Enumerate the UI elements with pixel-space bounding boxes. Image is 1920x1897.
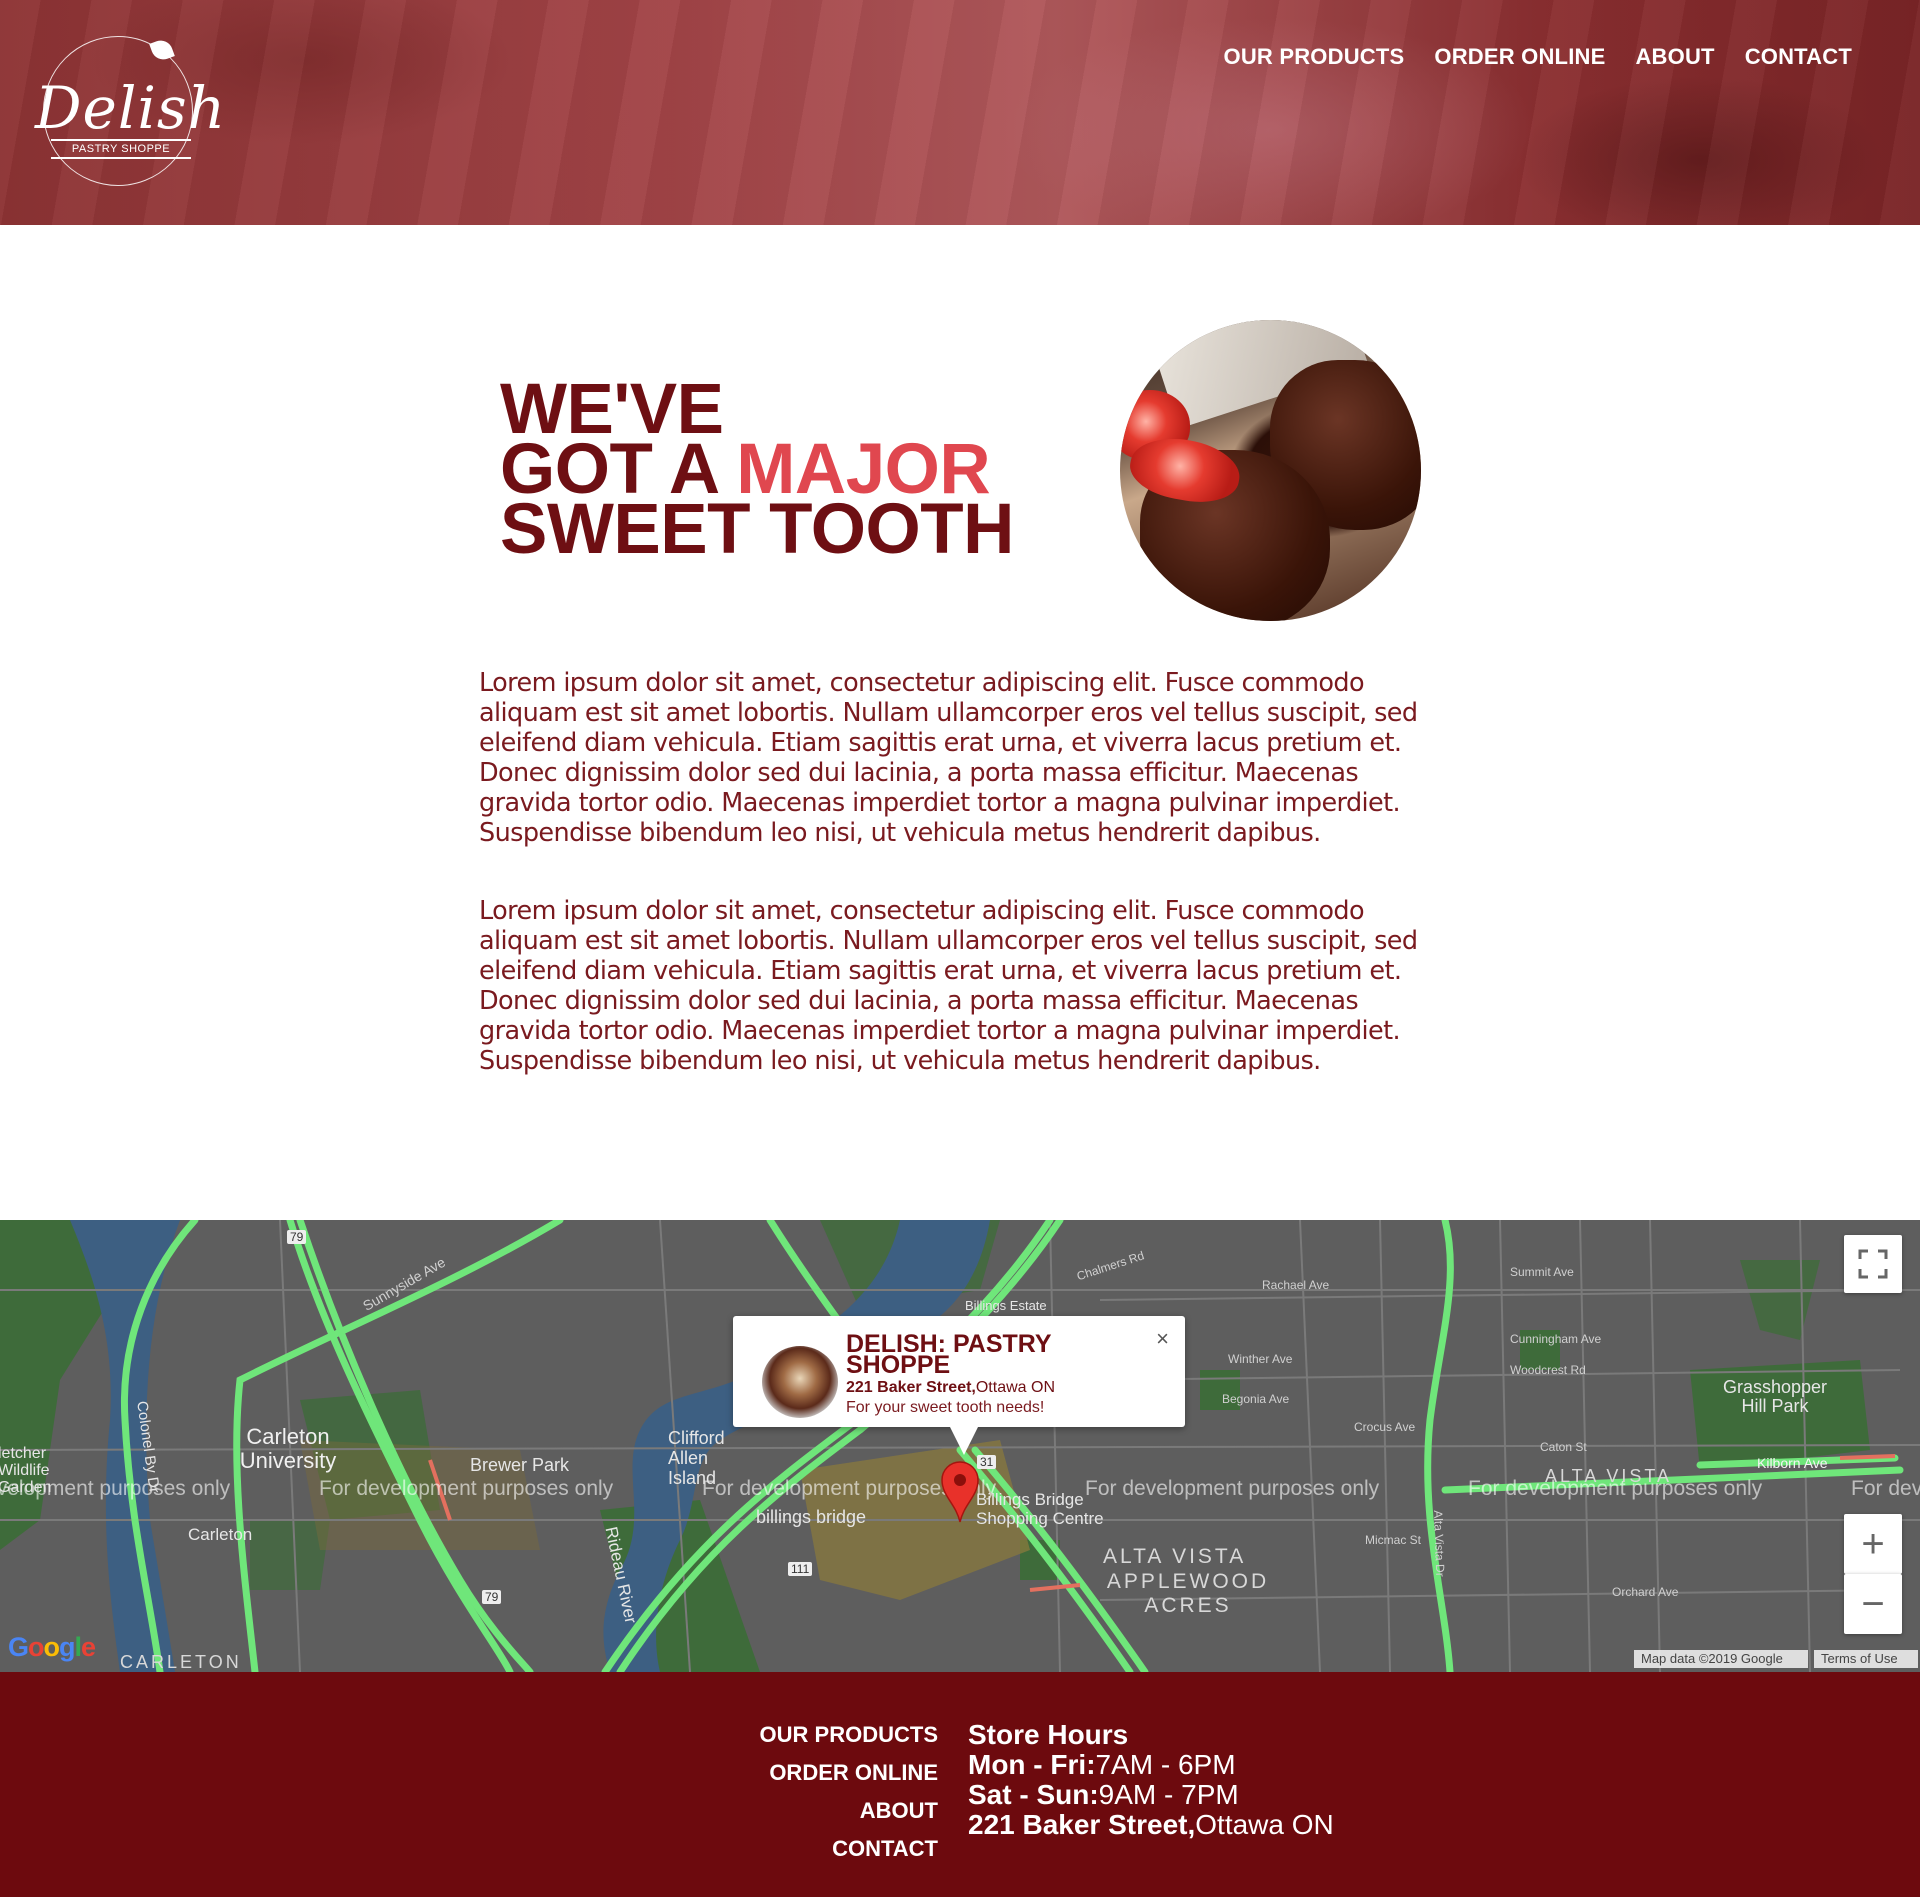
weekday-label: Mon - Fri: — [968, 1749, 1096, 1780]
store-hours-weekday: Mon - Fri:7AM - 6PM — [968, 1750, 1334, 1780]
nav-contact[interactable]: CONTACT — [1745, 44, 1852, 70]
footer-nav-our-products[interactable]: OUR PRODUCTS — [760, 1716, 938, 1754]
store-hours: Store Hours Mon - Fri:7AM - 6PM Sat - Su… — [968, 1720, 1334, 1840]
map-label-cunningham: Cunningham Ave — [1510, 1332, 1602, 1346]
map-label-alta-vista: ALTA VISTA — [1103, 1545, 1247, 1568]
popup-title: DELISH: PASTRY SHOPPE — [846, 1330, 1052, 1379]
map-shield-111: 111 — [788, 1562, 813, 1576]
body-paragraph-2: Lorem ipsum dolor sit amet, consectetur … — [479, 896, 1418, 1076]
logo-wordmark: Delish — [35, 74, 227, 142]
map-label-kilborn: Kilborn Ave — [1757, 1455, 1828, 1471]
map-pin-icon[interactable] — [940, 1460, 980, 1524]
nav-about[interactable]: ABOUT — [1635, 44, 1714, 70]
map-label-winther: Winther Ave — [1228, 1352, 1293, 1366]
map-label-micmac: Micmac St — [1365, 1533, 1422, 1547]
store-address-city: Ottawa ON — [1195, 1809, 1334, 1840]
close-icon[interactable]: × — [1156, 1326, 1169, 1352]
hero-line-3: SWEET TOOTH — [500, 490, 1014, 569]
map-label-begonia: Begonia Ave — [1222, 1392, 1290, 1406]
map-label-woodcrest: Woodcrest Rd — [1510, 1363, 1586, 1377]
terms-of-use-link[interactable]: Terms of Use — [1814, 1650, 1918, 1668]
map-label-grasshopper-hill: Grasshopper Hill Park — [1722, 1377, 1828, 1416]
google-logo[interactable]: Google — [8, 1632, 96, 1663]
popup-note: For your sweet tooth needs! — [846, 1399, 1045, 1416]
footer-nav-about[interactable]: ABOUT — [760, 1792, 938, 1830]
weekend-hours: 9AM - 7PM — [1098, 1779, 1239, 1810]
weekday-hours: 7AM - 6PM — [1095, 1749, 1236, 1780]
store-hours-title: Store Hours — [968, 1719, 1129, 1750]
map-label-alta-vista-north: ALTA VISTA — [1545, 1466, 1673, 1486]
map-label-billings-estate: Billings Estate — [965, 1298, 1047, 1313]
footer-nav-contact[interactable]: CONTACT — [760, 1830, 938, 1868]
fullscreen-icon — [1858, 1249, 1888, 1279]
map-label-billings-bridge-shopping: Billings Bridge Shopping Centre — [976, 1490, 1104, 1528]
map-shield-79-north: 79 — [287, 1230, 307, 1244]
map-label-crocus: Crocus Ave — [1354, 1420, 1416, 1434]
nav-order-online[interactable]: ORDER ONLINE — [1434, 44, 1605, 70]
site-footer: OUR PRODUCTS ORDER ONLINE ABOUT CONTACT … — [0, 1672, 1920, 1897]
map-label-billings-bridge: billings bridge — [756, 1507, 867, 1527]
logo[interactable]: Delish PASTRY SHOPPE — [35, 36, 227, 188]
store-address-street: 221 Baker Street, — [968, 1809, 1196, 1840]
map-label-caton: Caton St — [1540, 1440, 1587, 1454]
logo-rule-bottom — [51, 157, 191, 159]
nav-our-products[interactable]: OUR PRODUCTS — [1224, 44, 1405, 70]
map-label-clifford-allen: Clifford Allen Island — [668, 1428, 725, 1488]
logo-rule-top — [51, 139, 191, 141]
map-label-carleton: Carleton — [188, 1525, 253, 1544]
popup-thumbnail — [762, 1346, 838, 1418]
popup-address-city: Ottawa ON — [975, 1379, 1055, 1396]
map-label-applewood-acres: APPLEWOOD ACRES — [1106, 1570, 1270, 1617]
popup-address: 221 Baker Street,Ottawa ON — [846, 1379, 1055, 1397]
store-hours-weekend: Sat - Sun:9AM - 7PM — [968, 1780, 1334, 1810]
location-map[interactable]: For development purposes only For develop… — [0, 1220, 1920, 1672]
map-shield-79-south: 79 — [482, 1590, 502, 1604]
map-label-carleton-area: CARLETON — [120, 1652, 242, 1672]
map-label-rachael: Rachael Ave — [1262, 1278, 1330, 1292]
map-label-alta-vista-dr: Alta Vista Dr — [1431, 1510, 1448, 1577]
map-info-window: DELISH: PASTRY SHOPPE 221 Baker Street,O… — [733, 1316, 1185, 1455]
footer-nav: OUR PRODUCTS ORDER ONLINE ABOUT CONTACT — [760, 1716, 938, 1868]
map-label-summit: Summit Ave — [1510, 1265, 1574, 1279]
popup-address-street: 221 Baker Street, — [846, 1379, 976, 1396]
map-data-credit: Map data ©2019 Google — [1634, 1650, 1808, 1668]
logo-subtitle: PASTRY SHOPPE — [71, 143, 171, 155]
map-label-fletcher-wildlife: letcher Wildlife Garden — [0, 1445, 52, 1496]
zoom-in-button[interactable]: + — [1844, 1514, 1902, 1574]
map-label-brewer-park: Brewer Park — [470, 1455, 570, 1475]
map-watermark: For development purposes only — [1851, 1477, 1920, 1500]
map-watermark: For development purposes only — [319, 1477, 614, 1500]
fullscreen-button[interactable] — [1844, 1235, 1902, 1293]
dessert-photo — [1120, 320, 1421, 621]
hero-heading: WE'VE GOT A MAJOR SWEET TOOTH — [500, 374, 1120, 565]
main-nav: OUR PRODUCTS ORDER ONLINE ABOUT CONTACT — [1224, 44, 1852, 70]
weekend-label: Sat - Sun: — [968, 1779, 1099, 1810]
map-label-carleton-university: Carleton University — [239, 1424, 337, 1473]
store-address: 221 Baker Street,Ottawa ON — [968, 1810, 1334, 1840]
map-label-orchard: Orchard Ave — [1612, 1585, 1679, 1599]
body-paragraph-1: Lorem ipsum dolor sit amet, consectetur … — [479, 668, 1418, 848]
site-header: Delish PASTRY SHOPPE OUR PRODUCTS ORDER … — [0, 0, 1920, 225]
footer-nav-order-online[interactable]: ORDER ONLINE — [760, 1754, 938, 1792]
zoom-out-button[interactable]: − — [1844, 1574, 1902, 1634]
